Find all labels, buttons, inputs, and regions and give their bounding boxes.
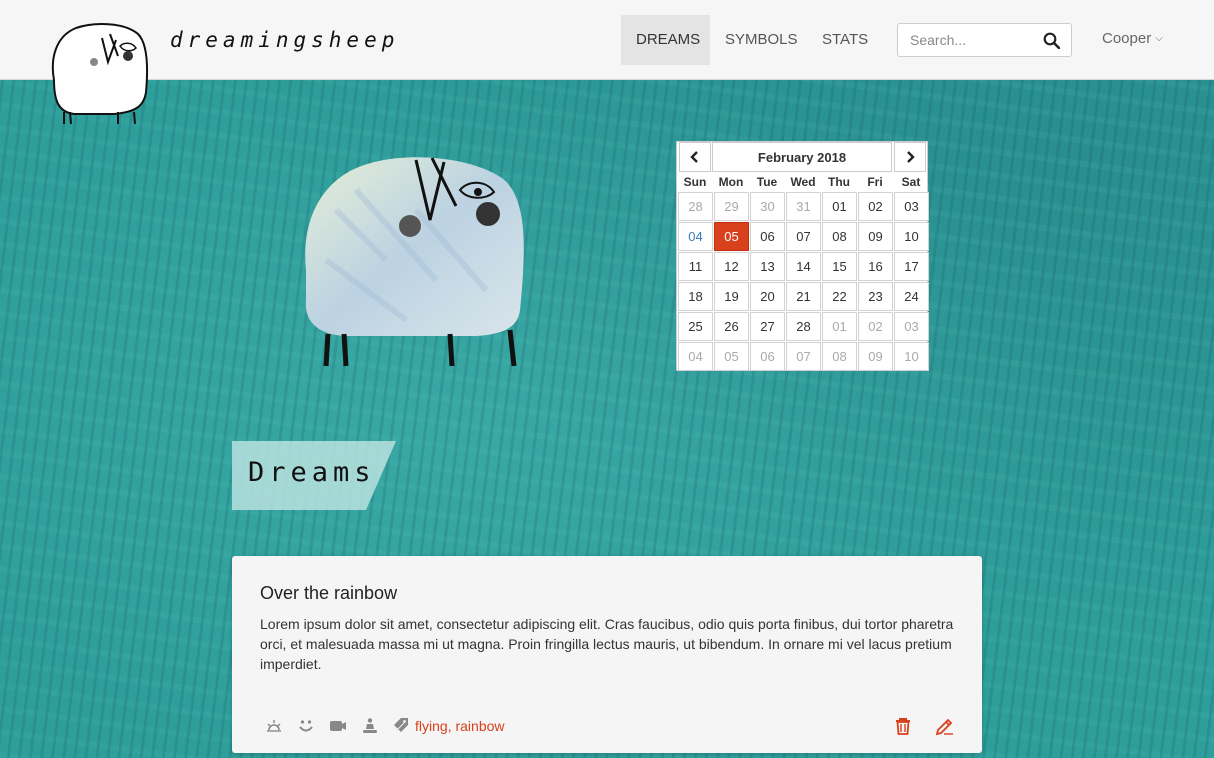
meditation-icon[interactable] [361,717,379,735]
edit-icon[interactable] [935,716,955,736]
weekday-header: Tue [756,175,778,189]
weekday-header: Mon [718,175,744,189]
section-heading-text: Dreams [248,457,376,488]
calendar-day[interactable]: 10 [894,342,929,371]
calendar-day[interactable]: 08 [822,342,857,371]
calendar-day[interactable]: 19 [714,282,749,311]
calendar-day[interactable]: 25 [678,312,713,341]
calendar-day[interactable]: 27 [750,312,785,341]
calendar-day[interactable]: 09 [858,222,893,251]
calendar-day[interactable]: 08 [822,222,857,251]
nav-dreams[interactable]: DREAMS [621,15,710,65]
calendar-day[interactable]: 24 [894,282,929,311]
calendar-month-title[interactable]: February 2018 [712,142,892,172]
calendar-day[interactable]: 07 [786,222,821,251]
brand-name[interactable]: dreamingsheep [170,28,399,52]
calendar-day[interactable]: 26 [714,312,749,341]
calendar-day[interactable]: 28 [678,192,713,221]
calendar-day[interactable]: 20 [750,282,785,311]
calendar-day[interactable]: 16 [858,252,893,281]
calendar-day[interactable]: 10 [894,222,929,251]
sheep-illustration [305,157,524,367]
chevron-left-icon [690,151,698,163]
camera-icon[interactable] [329,717,347,735]
calendar-day[interactable]: 14 [786,252,821,281]
calendar-day[interactable]: 01 [822,192,857,221]
calendar-day[interactable]: 04 [678,222,713,251]
weekday-header: Fri [867,175,883,189]
sheep-logo-icon[interactable] [44,20,152,128]
calendar-next-button[interactable] [894,142,926,172]
dream-meta: flying, rainbow [265,716,505,736]
tag-link[interactable]: flying [415,718,448,734]
calendar-day[interactable]: 31 [786,192,821,221]
calendar-day[interactable]: 18 [678,282,713,311]
top-navbar: dreamingsheep DREAMS SYMBOLS STATS Coope… [0,0,1214,80]
dream-title[interactable]: Over the rainbow [260,583,397,604]
smile-icon[interactable] [297,717,315,735]
search-input[interactable] [898,24,1038,56]
weekday-header: Wed [790,175,816,189]
tag-list: flying, rainbow [415,718,505,734]
calendar-day[interactable]: 02 [858,192,893,221]
user-name: Cooper [1102,30,1152,47]
chevron-down-icon: ⌵ [1155,33,1163,44]
section-heading: Dreams [232,441,396,510]
tag-icon [394,718,408,732]
calendar-prev-button[interactable] [679,142,711,172]
calendar-day[interactable]: 21 [786,282,821,311]
trash-icon[interactable] [893,716,913,736]
calendar-day[interactable]: 06 [750,342,785,371]
tag-separator: , [447,718,456,734]
calendar-day[interactable]: 01 [822,312,857,341]
calendar-day[interactable]: 17 [894,252,929,281]
calendar-day[interactable]: 05 [714,222,749,251]
calendar-title-text: February 2018 [757,149,847,165]
calendar-day[interactable]: 05 [714,342,749,371]
dream-card: Over the rainbow Lorem ipsum dolor sit a… [232,556,982,753]
weekday-header: Thu [828,175,850,189]
calendar-day[interactable]: 04 [678,342,713,371]
calendar-day[interactable]: 09 [858,342,893,371]
calendar-day[interactable]: 11 [678,252,713,281]
calendar-day[interactable]: 13 [750,252,785,281]
weekday-header: Sun [683,175,707,189]
nav-symbols[interactable]: SYMBOLS [710,15,807,65]
calendar-day[interactable]: 12 [714,252,749,281]
calendar-day[interactable]: 03 [894,192,929,221]
calendar-day[interactable]: 28 [786,312,821,341]
calendar-day[interactable]: 02 [858,312,893,341]
user-menu[interactable]: Cooper ⌵ [1102,30,1163,47]
chevron-right-icon [907,151,915,163]
calendar-day[interactable]: 23 [858,282,893,311]
calendar-day[interactable]: 15 [822,252,857,281]
sunrise-icon[interactable] [265,717,283,735]
dream-body: Lorem ipsum dolor sit amet, consectetur … [260,616,954,672]
calendar-day[interactable]: 07 [786,342,821,371]
calendar: February 2018 Sun Mon Tue Wed Thu Fri Sat 28 29 3… [676,141,929,371]
calendar-day[interactable]: 06 [750,222,785,251]
calendar-day[interactable]: 03 [894,312,929,341]
calendar-day[interactable]: 22 [822,282,857,311]
calendar-day[interactable]: 29 [714,192,749,221]
calendar-day[interactable]: 30 [750,192,785,221]
nav-stats[interactable]: STATS [807,15,882,65]
weekday-header: Sat [901,175,921,189]
search-box [897,23,1072,57]
tag-link[interactable]: rainbow [455,718,504,734]
search-icon[interactable] [1043,32,1060,49]
